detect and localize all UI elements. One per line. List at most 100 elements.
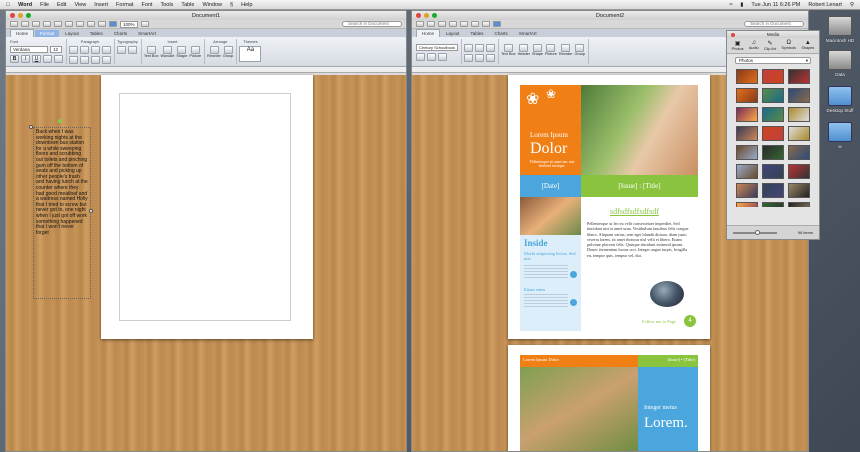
font-size-field[interactable]: 12 xyxy=(50,46,62,53)
media-browser[interactable]: Media ▣ Photos ♫ Audio ✎ Clip Art Ω Symbols … xyxy=(726,30,820,240)
bold-icon[interactable]: B xyxy=(10,55,19,63)
menu-table[interactable]: Table xyxy=(181,2,194,8)
hero-photo[interactable] xyxy=(581,85,698,175)
photo-thumbnail[interactable] xyxy=(762,107,784,122)
tab-smartart[interactable]: SmartArt xyxy=(133,30,161,37)
menu-insert[interactable]: Insert xyxy=(94,2,108,8)
text-box-content[interactable]: Back when I was working nights at the do… xyxy=(36,129,88,236)
save-button[interactable] xyxy=(32,21,40,27)
photo-thumbnail[interactable] xyxy=(788,202,810,207)
numbering-icon[interactable] xyxy=(475,44,484,52)
open-button[interactable] xyxy=(427,21,435,27)
undo-button[interactable] xyxy=(460,21,468,27)
photo-thumbnail[interactable] xyxy=(788,88,810,103)
print-button[interactable] xyxy=(449,21,457,27)
hard-drive-icon[interactable] xyxy=(828,16,852,36)
search-input[interactable]: Search in Document xyxy=(744,21,804,27)
menu-format[interactable]: Format xyxy=(116,2,133,8)
photo-thumbnail[interactable] xyxy=(736,126,758,141)
redo-button[interactable] xyxy=(471,21,479,27)
paragraph-marks-button[interactable] xyxy=(76,21,84,27)
align-center-icon[interactable] xyxy=(80,56,89,64)
align-center-icon[interactable] xyxy=(475,54,484,62)
numbering-icon[interactable] xyxy=(80,46,89,54)
tab-photos[interactable]: ▣ Photos xyxy=(732,40,744,51)
photo-thumbnail[interactable] xyxy=(736,145,758,160)
tab-layout[interactable]: Layout xyxy=(60,30,84,37)
photo-thumbnail[interactable] xyxy=(788,107,810,122)
page-number-badge[interactable]: 4 xyxy=(684,315,696,327)
tab-tables[interactable]: Tables xyxy=(85,30,108,37)
italic-icon[interactable]: I xyxy=(21,55,30,63)
resize-handle[interactable] xyxy=(29,125,33,129)
undo-button[interactable] xyxy=(54,21,62,27)
folder-icon[interactable] xyxy=(828,122,852,142)
page2-issue-text[interactable]: [Issue] • [Title] xyxy=(668,357,695,362)
tab-charts[interactable]: Charts xyxy=(109,30,132,37)
zoom-icon[interactable] xyxy=(432,13,437,18)
outdent-icon[interactable] xyxy=(91,46,100,54)
menu-font[interactable]: Font xyxy=(141,2,152,8)
document-page[interactable] xyxy=(101,75,313,339)
align-right-icon[interactable] xyxy=(486,54,495,62)
minimize-icon[interactable] xyxy=(424,13,429,18)
menu-window[interactable]: Window xyxy=(202,2,222,8)
inside-title[interactable]: Inside xyxy=(524,238,548,248)
reorder-button[interactable]: Reorder xyxy=(207,46,221,58)
heading-big[interactable]: Dolor xyxy=(530,140,567,158)
bullets-icon[interactable] xyxy=(69,46,78,54)
photo-thumbnail[interactable] xyxy=(788,126,810,141)
photo-thumbnail[interactable] xyxy=(762,164,784,179)
issue-field[interactable]: [Issue] : [Title] xyxy=(618,182,660,190)
photo-thumbnail[interactable] xyxy=(762,69,784,84)
photo-thumbnail[interactable] xyxy=(736,69,758,84)
photo-thumbnail[interactable] xyxy=(762,88,784,103)
tab-layout[interactable]: Layout xyxy=(441,30,465,37)
stylistic-sets-icon[interactable] xyxy=(128,46,138,54)
help-button[interactable] xyxy=(140,21,149,27)
reorder-button[interactable]: Reorder xyxy=(559,44,573,56)
photo-thumbnail[interactable] xyxy=(736,88,758,103)
inside-photo[interactable] xyxy=(520,197,581,235)
photo-thumbnail[interactable] xyxy=(736,183,758,198)
minimize-icon[interactable] xyxy=(18,13,23,18)
picture-button[interactable]: Picture xyxy=(545,44,557,56)
menu-file[interactable]: File xyxy=(40,2,49,8)
tab-home[interactable]: Home xyxy=(416,29,441,37)
slider-thumb[interactable] xyxy=(755,229,760,235)
shape-button[interactable]: Shape xyxy=(176,46,187,58)
zoom-icon[interactable] xyxy=(26,13,31,18)
new-document-button[interactable] xyxy=(416,21,424,27)
tab-tables[interactable]: Tables xyxy=(466,30,489,37)
align-right-icon[interactable] xyxy=(91,56,100,64)
font-name-field[interactable]: Century Schoolbook xyxy=(416,44,458,51)
battery-icon[interactable]: ▮ xyxy=(740,2,743,8)
indent-icon[interactable] xyxy=(486,44,495,52)
tab-home[interactable]: Home xyxy=(10,29,35,37)
shape-button[interactable]: Shape xyxy=(532,44,543,56)
folder-icon[interactable] xyxy=(828,86,852,106)
apple-icon[interactable]:  xyxy=(6,2,10,8)
rotate-handle[interactable] xyxy=(58,119,62,123)
menu-edit[interactable]: Edit xyxy=(57,2,66,8)
follow-text[interactable]: Follow me to Page xyxy=(642,319,676,324)
page2-photo[interactable] xyxy=(520,367,638,451)
script-icon[interactable]: § xyxy=(230,2,233,8)
close-icon[interactable] xyxy=(731,32,735,37)
tab-audio[interactable]: ♫ Audio xyxy=(749,40,759,51)
open-button[interactable] xyxy=(21,21,29,27)
gallery-button[interactable] xyxy=(482,21,490,27)
picture-button[interactable]: Picture xyxy=(189,46,201,58)
group-button[interactable]: Group xyxy=(575,44,585,56)
ligatures-icon[interactable] xyxy=(117,46,127,54)
bold-icon[interactable] xyxy=(416,53,425,61)
photo-thumbnail[interactable] xyxy=(788,164,810,179)
document-canvas[interactable]: Back when I was working nights at the do… xyxy=(6,75,406,451)
search-input[interactable]: Search in Document xyxy=(342,21,402,27)
page2-big-text[interactable]: Lorem. xyxy=(644,415,688,432)
resize-handle[interactable] xyxy=(89,209,93,213)
wifi-icon[interactable]: ≈ xyxy=(729,2,732,8)
user-name[interactable]: Robert Lenart xyxy=(808,2,842,8)
inside-item-2[interactable]: Etiam enim xyxy=(524,287,545,292)
tab-charts[interactable]: Charts xyxy=(490,30,513,37)
